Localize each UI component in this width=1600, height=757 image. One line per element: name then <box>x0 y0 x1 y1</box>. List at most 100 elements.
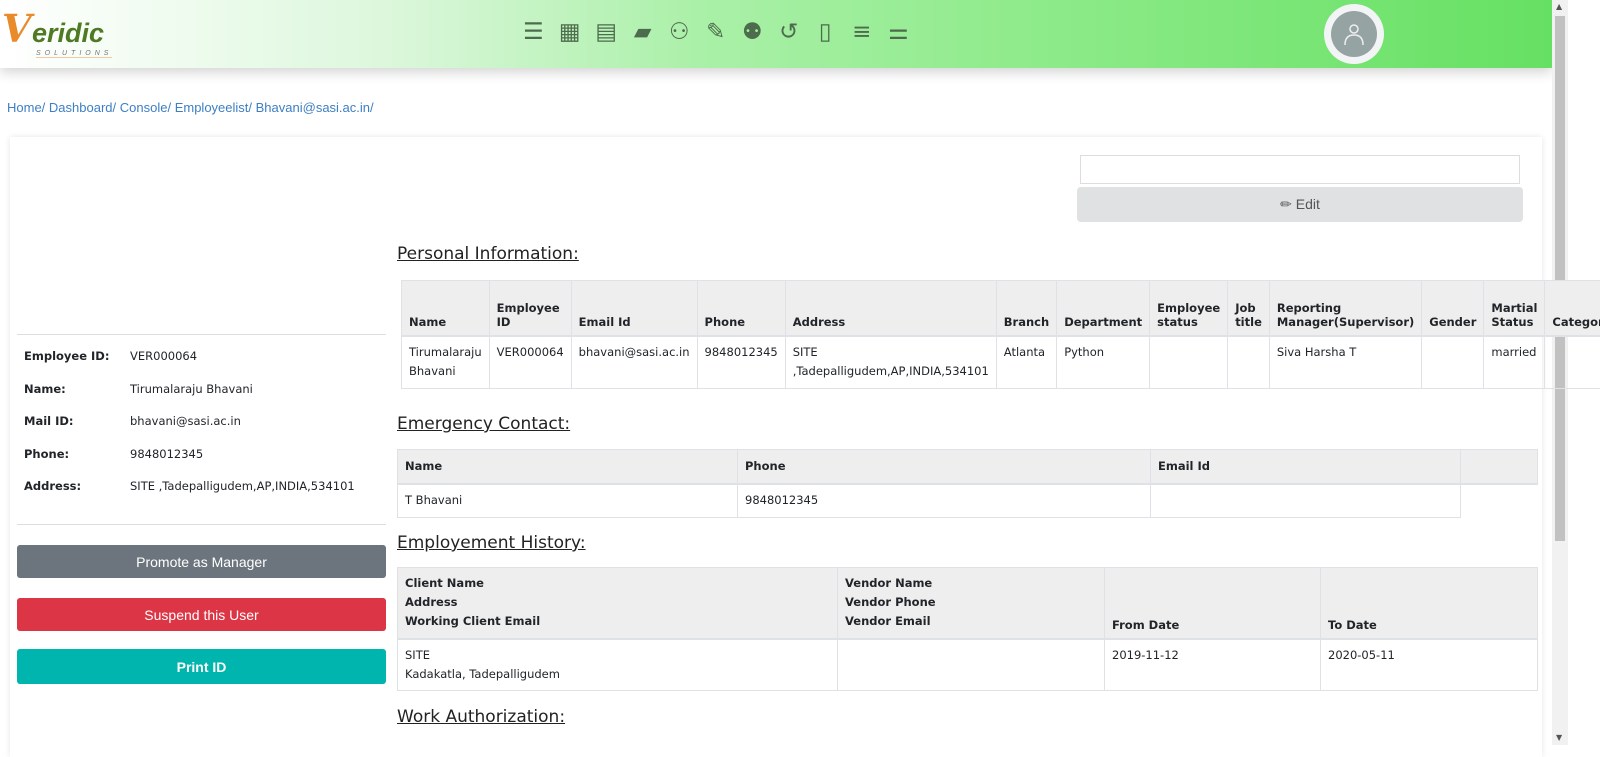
user-avatar[interactable] <box>1324 4 1384 64</box>
crumb-employeelist[interactable]: Employeelist/ <box>175 100 252 115</box>
emergency-contact-heading: Emergency Contact: <box>397 414 570 434</box>
column-header: Vendor NameVendor PhoneVendor Email <box>838 568 1105 639</box>
edit-button[interactable]: ✏ Edit <box>1077 187 1523 222</box>
logo-subtext: SOLUTIONS <box>36 50 112 58</box>
task-list-icon[interactable]: ☰ <box>515 14 552 50</box>
table-cell <box>1228 336 1270 388</box>
table-cell: Python <box>1057 336 1150 388</box>
table-cell: bhavani@sasi.ac.in <box>571 336 697 388</box>
column-header: Name <box>402 281 490 337</box>
column-header: Gender <box>1422 281 1484 337</box>
client-address: Kadakatla, Tadepalligudem <box>405 665 830 684</box>
table-cell <box>838 639 1105 691</box>
column-header: Email Id <box>1151 450 1461 484</box>
personal-info-heading: Personal Information: <box>397 244 579 264</box>
top-navbar: V eridic SOLUTIONS ☰ ▦ ▤ ▰ ⚇ ✎ ⚉ ↺ ▯ ≡ ⚌ <box>0 0 1552 68</box>
table-cell <box>1422 336 1484 388</box>
client-name: SITE <box>405 646 830 665</box>
column-header-line: Vendor Phone <box>845 593 1097 612</box>
table-cell: Siva Harsha T <box>1269 336 1421 388</box>
logo-text: eridic <box>32 18 104 49</box>
column-header: Employee status <box>1150 281 1228 337</box>
emergency-contact-table: NamePhoneEmail IdT Bhavani9848012345 <box>397 449 1538 518</box>
profile-field: Phone:9848012345 <box>24 447 379 480</box>
add-user-icon[interactable]: ⚇ <box>661 14 698 50</box>
column-header: Reporting Manager(Supervisor) <box>1269 281 1421 337</box>
table-cell: 2019-11-12 <box>1105 639 1321 691</box>
column-header: Client NameAddressWorking Client Email <box>398 568 838 639</box>
field-label: Employee ID: <box>24 349 130 382</box>
table-cell: 2020-05-11 <box>1321 639 1538 691</box>
nav-icons: ☰ ▦ ▤ ▰ ⚇ ✎ ⚉ ↺ ▯ ≡ ⚌ <box>515 14 917 50</box>
column-header: Job title <box>1228 281 1270 337</box>
column-header: Phone <box>697 281 785 337</box>
table-cell: 9848012345 <box>738 484 1151 518</box>
edit-label: Edit <box>1296 196 1320 212</box>
column-header: Name <box>398 450 738 484</box>
search-input[interactable] <box>1080 155 1520 184</box>
table-cell: SITE ,Tadepalligudem,AP,INDIA,534101 <box>785 336 996 388</box>
user-icon <box>1341 21 1367 47</box>
suspend-user-button[interactable]: Suspend this User <box>17 598 386 631</box>
field-value: bhavani@sasi.ac.in <box>130 414 241 447</box>
field-label: Phone: <box>24 447 130 480</box>
table-cell: VER000064 <box>489 336 571 388</box>
column-header-line: Vendor Email <box>845 612 1097 631</box>
table-cell: T Bhavani <box>398 484 738 518</box>
users-icon[interactable]: ⚉ <box>734 14 771 50</box>
table-cell: married <box>1484 336 1545 388</box>
profile-field: Mail ID:bhavani@sasi.ac.in <box>24 414 379 447</box>
document-icon[interactable]: ▤ <box>588 14 625 50</box>
table-cell: Atlanta <box>996 336 1056 388</box>
veridic-logo[interactable]: V eridic SOLUTIONS <box>2 6 114 60</box>
field-value: SITE ,Tadepalligudem,AP,INDIA,534101 <box>130 479 355 512</box>
field-label: Name: <box>24 382 130 415</box>
table-row: Tirumalaraju BhavaniVER000064bhavani@sas… <box>402 336 1600 388</box>
profile-field: Name:Tirumalaraju Bhavani <box>24 382 379 415</box>
column-header: Employee ID <box>489 281 571 337</box>
field-value: Tirumalaraju Bhavani <box>130 382 253 415</box>
column-header: Category <box>1545 281 1600 337</box>
history-icon[interactable]: ↺ <box>771 14 808 50</box>
calendar-icon[interactable]: ▦ <box>552 14 589 50</box>
field-label: Address: <box>24 479 130 512</box>
column-header: From Date <box>1105 568 1321 639</box>
column-header: To Date <box>1321 568 1538 639</box>
personal-info-table: NameEmployee IDEmail IdPhoneAddressBranc… <box>401 280 1600 389</box>
field-value: VER000064 <box>130 349 197 382</box>
column-header: Address <box>785 281 996 337</box>
table-row: SITEKadakatla, Tadepalligudem 2019-11-122… <box>398 639 1538 691</box>
print-id-button[interactable]: Print ID <box>17 649 386 684</box>
field-value: 9848012345 <box>130 447 203 480</box>
checklist-icon[interactable]: ≡ <box>844 14 881 50</box>
table-cell: SITEKadakatla, Tadepalligudem <box>398 639 838 691</box>
field-label: Mail ID: <box>24 414 130 447</box>
table-cell <box>1151 484 1461 518</box>
edit-icon[interactable]: ✎ <box>698 14 735 50</box>
column-header-line: Client Name <box>405 574 830 593</box>
column-header: Department <box>1057 281 1150 337</box>
table-row: T Bhavani9848012345 <box>398 484 1538 518</box>
pencil-icon: ✏ <box>1280 196 1292 212</box>
table-cell <box>1545 336 1600 388</box>
employment-history-heading: Employement History: <box>397 533 586 553</box>
crumb-employee[interactable]: Bhavani@sasi.ac.in/ <box>256 100 374 115</box>
employment-history-table: Client NameAddressWorking Client EmailVe… <box>397 567 1538 691</box>
breadcrumb: Home/ Dashboard/ Console/ Employeelist/ … <box>7 100 374 115</box>
promote-manager-button[interactable]: Promote as Manager <box>17 545 386 578</box>
column-header: Email Id <box>571 281 697 337</box>
column-header <box>1461 450 1538 484</box>
policy-doc-icon[interactable]: ▯ <box>807 14 844 50</box>
work-authorization-heading: Work Authorization: <box>397 707 565 727</box>
chat-icon[interactable]: ▰ <box>625 14 662 50</box>
crumb-home[interactable]: Home/ <box>7 100 45 115</box>
table-cell: 9848012345 <box>697 336 785 388</box>
column-header: Branch <box>996 281 1056 337</box>
sliders-icon[interactable]: ⚌ <box>880 14 917 50</box>
crumb-dashboard[interactable]: Dashboard/ <box>49 100 116 115</box>
profile-field: Employee ID:VER000064 <box>24 349 379 382</box>
logo-v: V <box>2 6 31 51</box>
column-header-line: Vendor Name <box>845 574 1097 593</box>
crumb-console[interactable]: Console/ <box>120 100 171 115</box>
column-header-line: Working Client Email <box>405 612 830 631</box>
